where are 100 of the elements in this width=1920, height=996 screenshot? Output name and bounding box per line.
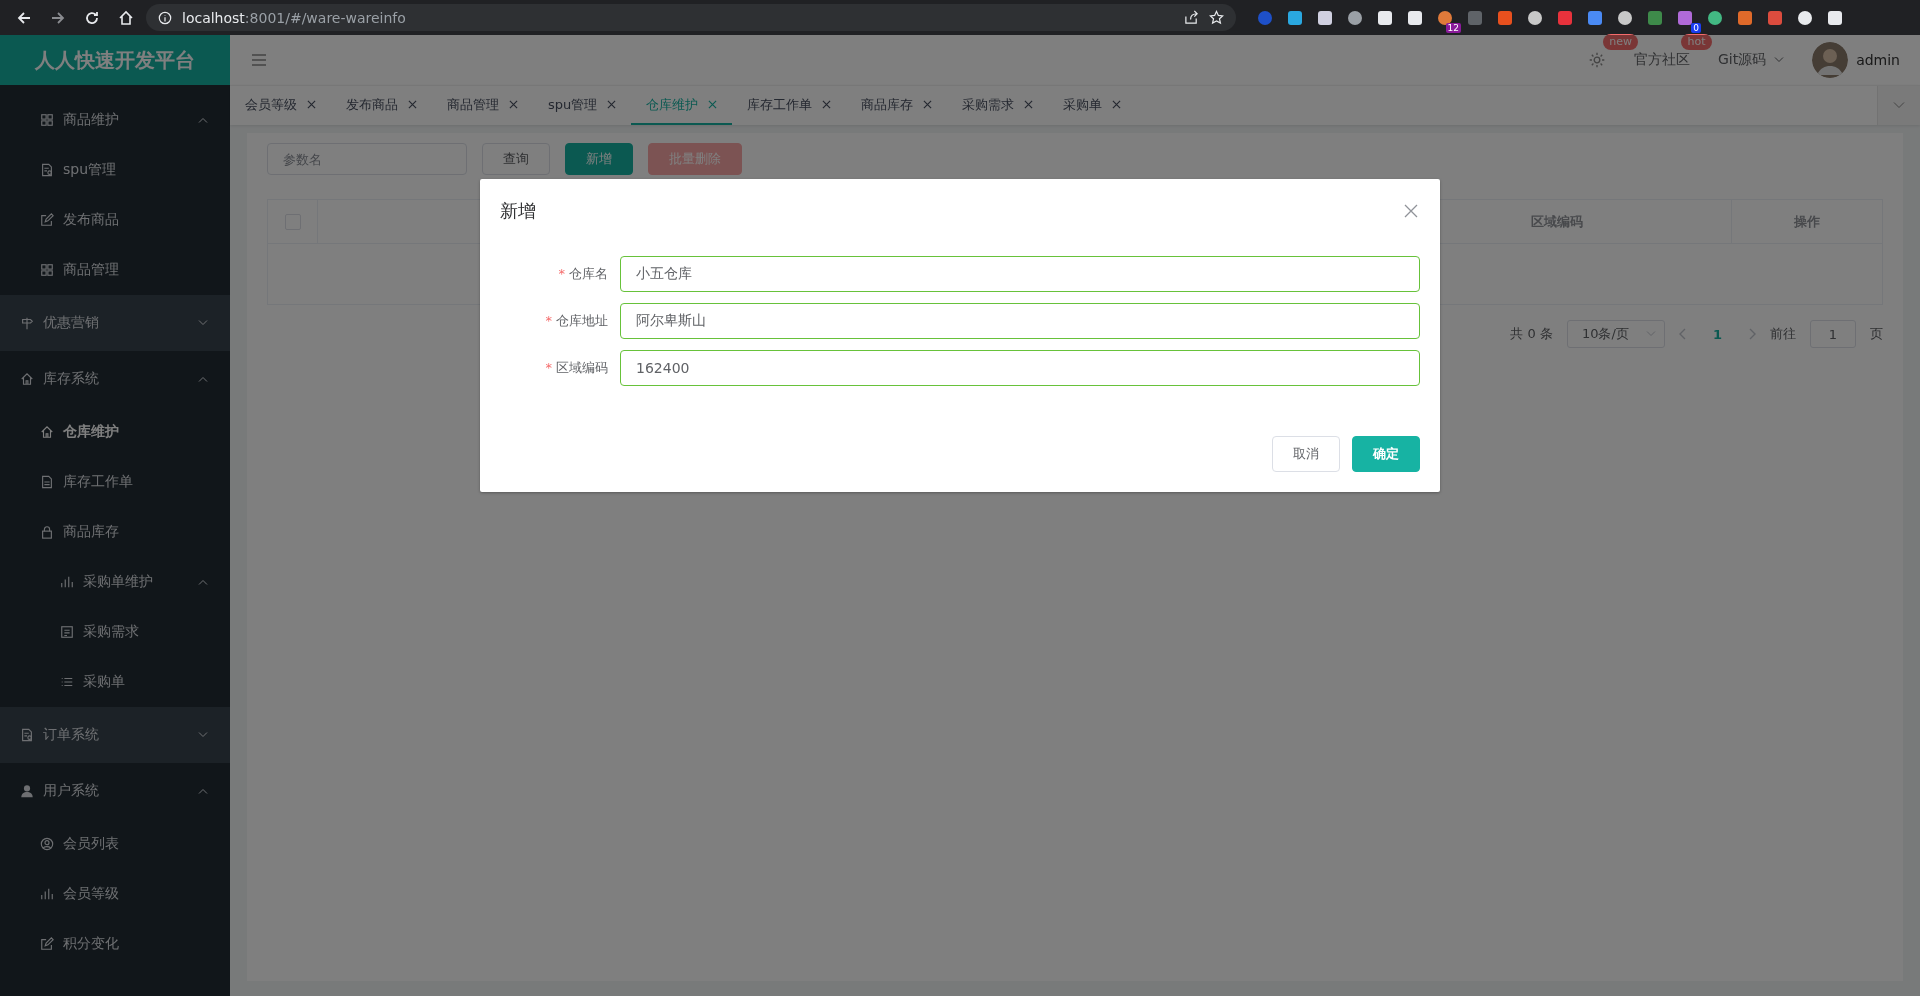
star-icon[interactable] [1209,10,1224,25]
input-field[interactable]: 阿尔卑斯山 [620,303,1420,339]
extension-icon[interactable] [1617,9,1633,26]
close-icon[interactable] [1112,100,1122,109]
address-bar[interactable]: localhost:8001/#/ware-wareinfo [146,4,1236,31]
field-label: * 仓库地址 [544,312,609,330]
page-tab[interactable]: spu管理 [533,86,632,125]
sidebar-item[interactable]: 会员列表 [0,819,230,869]
field-label: * 区域编码 [544,359,609,377]
share-icon[interactable] [1184,10,1199,25]
user-icon [20,784,34,798]
sidebar-item[interactable]: 库存系统 [0,351,230,407]
settings-icon[interactable] [1587,51,1606,69]
extension-icon[interactable] [1287,9,1303,26]
signpost-icon [20,316,34,330]
page-tab[interactable]: 采购需求 [947,86,1049,125]
page-tab[interactable]: 商品管理 [432,86,533,125]
count-badge: 0 [1691,22,1701,33]
page-size-select[interactable]: 10条/页 [1566,320,1665,348]
extension-icon[interactable] [1707,9,1723,26]
total-count: 共 0 条 [1510,325,1553,343]
grid-icon [40,113,54,127]
git-dropdown[interactable]: Git源码 [1717,51,1785,69]
sidebar-item[interactable]: 采购单维护 [0,557,230,607]
sidebar-item[interactable]: 会员等级 [0,869,230,919]
extension-icon[interactable] [1347,9,1363,26]
close-icon[interactable] [1404,204,1418,218]
info-icon [158,10,172,25]
sidebar-item[interactable]: 积分变化 [0,919,230,969]
goto-page-field[interactable]: 1 [1810,320,1856,348]
close-icon[interactable] [822,100,832,109]
close-icon[interactable] [408,100,417,109]
user-name[interactable]: admin [1856,52,1900,68]
close-icon[interactable] [923,100,933,109]
field-label: * 仓库名 [557,265,609,283]
page-tab[interactable]: 采购单 [1048,86,1137,125]
extension-icon[interactable] [1827,9,1843,26]
page-tab[interactable]: 商品库存 [846,86,948,125]
confirm-button[interactable]: 确定 [1352,436,1420,472]
edit-icon [40,937,54,951]
close-icon[interactable] [509,100,518,109]
close-icon[interactable] [607,100,617,109]
hot-badge: hot [1681,34,1712,50]
user-circle-icon [40,837,54,851]
sidebar-item[interactable]: 商品管理 [0,245,230,295]
bar-chart-icon [60,575,74,589]
sidebar-item[interactable]: 优惠营销 [0,295,230,351]
page-tab[interactable]: 库存工作单 [732,86,847,125]
sidebar-item[interactable]: spu管理 [0,145,230,195]
avatar[interactable] [1812,42,1849,78]
sidebar-item[interactable]: 商品库存 [0,507,230,557]
goto-label: 前往 [1770,325,1796,343]
chevron-up-icon [198,117,208,123]
count-badge: 12 [1445,22,1461,33]
extension-icon[interactable] [1377,9,1393,26]
extension-icon[interactable] [1437,9,1453,26]
edit-icon [40,213,54,227]
sidebar-item[interactable]: 库存工作单 [0,457,230,507]
input-field[interactable]: 小五仓库 [620,256,1420,292]
chevron-down-icon [1893,102,1905,109]
close-icon[interactable] [1024,100,1034,109]
sidebar-item[interactable]: 订单系统 [0,707,230,763]
close-icon[interactable] [307,100,316,109]
sidebar-item[interactable]: 仓库维护 [0,407,230,457]
extension-icon[interactable] [1527,9,1543,26]
page-tab[interactable]: 仓库维护 [631,86,733,125]
page-number[interactable]: 1 [1700,326,1734,342]
extension-icon[interactable] [1317,9,1333,26]
chevron-up-icon [198,376,208,382]
query-button[interactable]: 查询 [482,143,550,175]
chevron-up-icon [198,579,208,585]
bar-chart-icon [40,887,54,901]
extension-icon[interactable] [1797,9,1813,26]
sidebar-item[interactable]: 采购需求 [0,607,230,657]
home-icon [40,425,54,439]
document-gear-icon [20,728,34,742]
grid-icon [40,263,54,277]
input-field[interactable]: 162400 [620,350,1420,386]
add-button[interactable]: 新增 [565,143,633,175]
lock-icon [40,525,54,539]
calendar-icon [60,625,74,639]
community-link[interactable]: 官方社区 [1633,51,1690,69]
chevron-down-icon [1774,57,1785,63]
extension-icon[interactable] [1407,9,1423,26]
page-tab[interactable]: 会员等级 [230,86,331,125]
document-icon [40,475,54,489]
sidebar-item[interactable]: 商品维护 [0,95,230,145]
page-tab[interactable]: 发布商品 [331,86,432,125]
list-icon [60,675,74,689]
sidebar-item[interactable]: 采购单 [0,657,230,707]
dialog-title: 新增 [500,199,536,223]
search-field[interactable]: 参数名 [267,143,467,175]
home-icon [20,372,34,386]
sidebar-item[interactable]: 发布商品 [0,195,230,245]
chevron-up-icon [198,788,208,794]
app-logo[interactable]: 人人快速开发平台 [0,35,230,85]
sidebar-item[interactable]: 用户系统 [0,763,230,819]
cancel-button[interactable]: 取消 [1272,436,1340,472]
page-label: 页 [1870,325,1883,343]
new-badge: new [1603,34,1638,50]
